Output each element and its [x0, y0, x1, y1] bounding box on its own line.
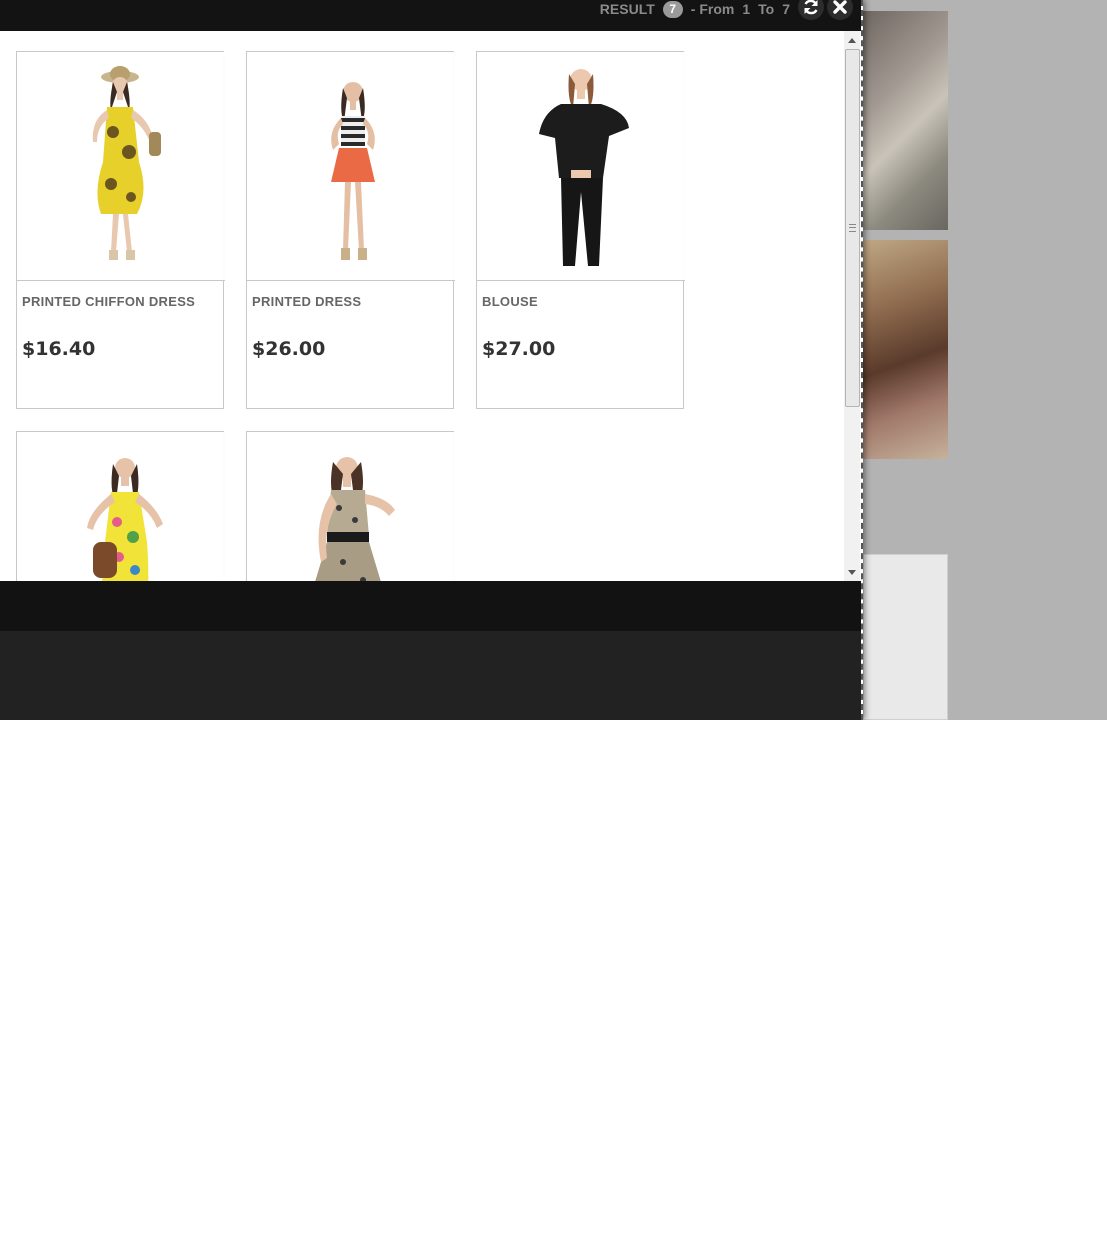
arrow-down-icon	[848, 569, 856, 575]
product-price: $26.00	[252, 338, 326, 360]
close-icon	[833, 0, 847, 14]
background-product-card	[863, 554, 948, 720]
product-image[interactable]	[17, 52, 225, 281]
product-name[interactable]: PRINTED DRESS	[252, 294, 361, 309]
background-photo-woman-coat	[863, 11, 948, 230]
product-price: $16.40	[22, 338, 96, 360]
grip-icon	[849, 224, 856, 232]
product-price: $27.00	[482, 338, 556, 360]
from-value: 1	[742, 1, 751, 17]
search-results-modal: RESULT 7 - From 1 To 7 PRINTED CHIFFON D…	[0, 0, 863, 720]
product-card[interactable]: BLOUSE $27.00	[476, 51, 685, 409]
close-button[interactable]	[827, 0, 853, 20]
page-footer	[0, 631, 861, 720]
woman-printed-dress-belt-image	[247, 432, 453, 581]
scrollbar-thumb[interactable]	[845, 49, 860, 407]
product-card[interactable]	[16, 431, 225, 581]
results-list: PRINTED CHIFFON DRESS $16.40 PRINTED DRE…	[0, 31, 861, 581]
product-image[interactable]	[17, 432, 225, 581]
result-summary: RESULT 7 - From 1 To 7	[600, 0, 795, 18]
product-image[interactable]	[247, 52, 455, 281]
product-card[interactable]: PRINTED CHIFFON DRESS $16.40	[16, 51, 225, 409]
woman-yellow-chiffon-dress-image	[17, 52, 223, 280]
to-label: To	[758, 1, 775, 17]
result-count-badge: 7	[662, 0, 683, 18]
page-viewport: RESULT 7 - From 1 To 7 PRINTED CHIFFON D…	[0, 0, 1107, 720]
product-name[interactable]: BLOUSE	[482, 294, 538, 309]
results-scrollbar[interactable]	[844, 31, 860, 581]
result-label: RESULT	[599, 1, 655, 17]
product-image[interactable]	[477, 52, 685, 281]
modal-header: RESULT 7 - From 1 To 7	[0, 0, 861, 31]
product-card[interactable]: PRINTED DRESS $26.00	[246, 51, 455, 409]
refresh-icon	[804, 0, 818, 15]
to-value: 7	[782, 1, 790, 17]
product-name[interactable]: PRINTED CHIFFON DRESS	[22, 294, 195, 309]
from-label: - From	[690, 1, 735, 17]
woman-yellow-floral-dress-image	[17, 432, 223, 581]
arrow-up-icon	[848, 37, 856, 43]
woman-striped-top-orange-skirt-image	[247, 52, 453, 280]
modal-footer	[0, 581, 861, 631]
product-image[interactable]	[247, 432, 455, 581]
woman-black-blouse-image	[477, 52, 683, 280]
scroll-down-button[interactable]	[844, 565, 860, 579]
scroll-up-button[interactable]	[844, 33, 860, 47]
product-card[interactable]	[246, 431, 455, 581]
refresh-button[interactable]	[798, 0, 824, 20]
background-photo-woman-sunglasses	[863, 240, 948, 459]
